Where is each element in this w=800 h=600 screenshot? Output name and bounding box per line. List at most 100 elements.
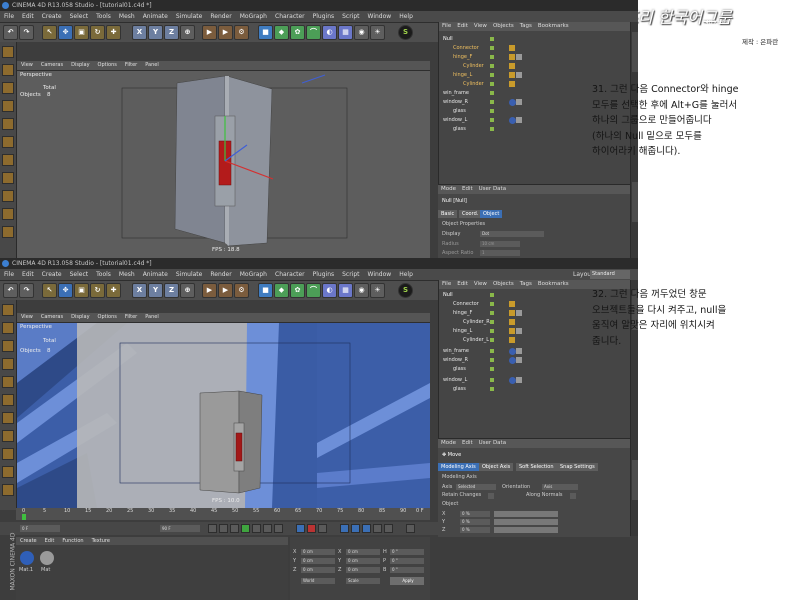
attr-z-slider[interactable] (494, 527, 558, 533)
rotate-tool-icon[interactable]: ↻ (90, 283, 105, 298)
scale-tool-icon[interactable]: ▣ (74, 25, 89, 40)
menu-mograph[interactable]: MoGraph (236, 11, 271, 22)
workplane-icon[interactable] (2, 484, 14, 496)
menu-simulate[interactable]: Simulate (172, 269, 207, 280)
model-mode-icon[interactable] (2, 322, 14, 334)
attr-axis-select[interactable]: Selected (456, 484, 496, 490)
vp-menu-panel[interactable]: Panel (141, 313, 163, 322)
menu-render[interactable]: Render (206, 11, 235, 22)
point-mode-icon[interactable] (2, 118, 14, 130)
menu-character[interactable]: Character (271, 11, 309, 22)
axis-mode-icon[interactable] (2, 430, 14, 442)
python-script-icon[interactable]: S (398, 283, 413, 298)
workplane-icon[interactable] (2, 226, 14, 238)
menu-create[interactable]: Create (38, 11, 66, 22)
menu-mesh[interactable]: Mesh (115, 269, 139, 280)
viewport-perspective[interactable]: Perspective Total Objects 8 FPS : 18.8 (17, 71, 430, 258)
vp-menu-filter[interactable]: Filter (121, 61, 141, 70)
render-picture-viewer-icon[interactable]: ▶ (218, 283, 233, 298)
live-select-icon[interactable]: ↖ (42, 283, 57, 298)
scene-icon[interactable]: ▦ (338, 283, 353, 298)
play-icon[interactable] (241, 524, 250, 533)
material-name[interactable]: Mat.1 (19, 567, 33, 573)
spline-icon[interactable]: ⌒ (306, 283, 321, 298)
edge-mode-icon[interactable] (2, 394, 14, 406)
y-axis-button[interactable]: Y (148, 25, 163, 40)
record-keys-icon[interactable] (296, 524, 305, 533)
attr-mode[interactable]: Mode (438, 439, 459, 448)
object-row[interactable]: glass (439, 385, 631, 394)
coord-size-x[interactable]: 0 cm (346, 549, 380, 555)
cube-icon[interactable]: ■ (258, 25, 273, 40)
attr-y-percent[interactable]: 0 % (460, 519, 490, 525)
tab-snap-settings[interactable]: Snap Settings (557, 463, 598, 471)
om-edit[interactable]: Edit (454, 280, 471, 289)
attr-edit[interactable]: Edit (459, 439, 476, 448)
vp-menu-options[interactable]: Options (94, 61, 121, 70)
menu-window[interactable]: Window (364, 11, 396, 22)
edge-mode-icon[interactable] (2, 136, 14, 148)
menu-render[interactable]: Render (206, 269, 235, 280)
attr-edit[interactable]: Edit (459, 185, 476, 194)
key-scale-icon[interactable] (351, 524, 360, 533)
om-view[interactable]: View (471, 22, 490, 31)
menu-select[interactable]: Select (66, 11, 93, 22)
coord-rot-b[interactable]: 0 ° (390, 567, 424, 573)
coord-mode-world[interactable]: World (301, 578, 335, 584)
om-file[interactable]: File (439, 22, 454, 31)
attr-mode[interactable]: Mode (438, 185, 459, 194)
object-row[interactable]: Cylinder (439, 62, 631, 71)
attr-aspect-field[interactable]: 1 (480, 250, 520, 256)
move-tool-icon[interactable]: ✥ (58, 283, 73, 298)
tab-object-axis[interactable]: Object Axis (479, 463, 514, 471)
coord-mode-scale[interactable]: Scale (346, 578, 380, 584)
object-row[interactable]: Connector (439, 44, 631, 53)
menu-mesh[interactable]: Mesh (115, 11, 139, 22)
vp-menu-filter[interactable]: Filter (121, 313, 141, 322)
undo-icon[interactable]: ↶ (3, 283, 18, 298)
tab-modeling-axis[interactable]: Modeling Axis (438, 463, 479, 471)
vp-menu-view[interactable]: View (17, 313, 37, 322)
along-normals-checkbox[interactable] (570, 493, 576, 499)
rotate-tool-icon[interactable]: ↻ (90, 25, 105, 40)
move-tool-icon[interactable]: ✥ (58, 25, 73, 40)
menu-tools[interactable]: Tools (92, 269, 115, 280)
menu-mograph[interactable]: MoGraph (236, 269, 271, 280)
retain-changes-checkbox[interactable] (488, 493, 494, 499)
playhead[interactable] (22, 514, 26, 520)
vp-menu-display[interactable]: Display (67, 313, 93, 322)
next-frame-icon[interactable] (252, 524, 261, 533)
menu-tools[interactable]: Tools (92, 11, 115, 22)
polygon-mode-icon[interactable] (2, 412, 14, 424)
snap-icon[interactable] (2, 466, 14, 478)
coord-pos-x[interactable]: 0 cm (301, 549, 335, 555)
om-objects[interactable]: Objects (490, 22, 517, 31)
deformer-icon[interactable]: ◐ (322, 283, 337, 298)
material-name[interactable]: Mat (41, 567, 50, 573)
side-tab[interactable] (632, 32, 638, 72)
vp-menu-panel[interactable]: Panel (141, 61, 163, 70)
menu-file[interactable]: File (0, 269, 18, 280)
vp-menu-cameras[interactable]: Cameras (37, 61, 67, 70)
menu-character[interactable]: Character (271, 269, 309, 280)
tab-coord[interactable]: Coord. (459, 210, 482, 218)
axis-mode-icon[interactable] (2, 172, 14, 184)
menu-file[interactable]: File (0, 11, 18, 22)
x-axis-button[interactable]: X (132, 283, 147, 298)
go-to-start-icon[interactable] (208, 524, 217, 533)
object-mode-icon[interactable] (2, 82, 14, 94)
tab-soft-selection[interactable]: Soft Selection (516, 463, 557, 471)
om-edit[interactable]: Edit (454, 22, 471, 31)
object-row[interactable]: window_R (439, 356, 631, 365)
make-editable-icon[interactable] (2, 304, 14, 316)
nurbs-icon[interactable]: ◆ (274, 25, 289, 40)
x-axis-button[interactable]: X (132, 25, 147, 40)
coord-system-icon[interactable]: ⊕ (180, 283, 195, 298)
spline-icon[interactable]: ⌒ (306, 25, 321, 40)
key-pla-icon[interactable] (384, 524, 393, 533)
apply-button[interactable]: Apply (390, 577, 424, 585)
vp-menu-view[interactable]: View (17, 61, 37, 70)
om-tags[interactable]: Tags (517, 280, 535, 289)
coord-size-y[interactable]: 0 cm (346, 558, 380, 564)
coord-pos-z[interactable]: 0 cm (301, 567, 335, 573)
